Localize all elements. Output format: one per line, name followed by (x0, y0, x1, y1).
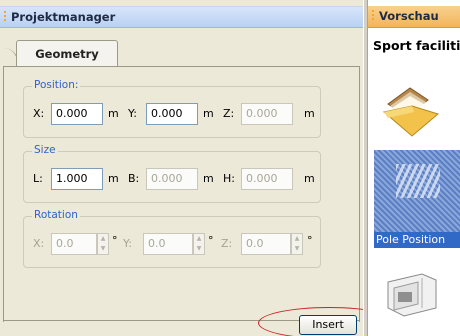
vorschau-header: Vorschau (368, 6, 460, 28)
size-h-label: H: (223, 172, 235, 185)
vorschau-title: Vorschau (379, 9, 439, 23)
rotation-y-unit: ° (208, 234, 214, 247)
projektmanager-header: Projektmanager (0, 6, 363, 28)
size-l-label: L: (33, 172, 43, 185)
projektmanager-panel: Projektmanager Geometry Position: X: 0.0… (0, 0, 400, 336)
pole-position-label[interactable]: Pole Position (374, 232, 460, 248)
position-row: X: 0.000 m Y: 0.000 m Z: 0.000 m (24, 101, 320, 127)
spin-down-icon: ▼ (196, 245, 202, 252)
position-group: Position: X: 0.000 m Y: 0.000 m Z: 0.000… (23, 79, 321, 138)
size-l-input[interactable]: 1.000 (51, 168, 103, 190)
size-group: Size L: 1.000 m B: 0.000 m H: 0.000 m (23, 144, 321, 203)
tab-geometry[interactable]: Geometry (16, 40, 118, 67)
rotation-group: Rotation X: 0.0 ▲ ▼ ° Y: 0.0 ▲ ▼ ° Z: 0.0 … (23, 209, 321, 268)
size-l-unit: m (108, 172, 119, 185)
size-b-label: B: (128, 172, 140, 185)
size-b-unit: m (203, 172, 214, 185)
rotation-y-input: 0.0 (143, 233, 193, 255)
rotation-row: X: 0.0 ▲ ▼ ° Y: 0.0 ▲ ▼ ° Z: 0.0 ▲ ▼ ° (24, 231, 320, 257)
projektmanager-title: Projektmanager (11, 10, 116, 24)
size-b-input: 0.000 (146, 168, 198, 190)
size-row: L: 1.000 m B: 0.000 m H: 0.000 m (24, 166, 320, 192)
insert-button[interactable]: Insert (299, 315, 357, 335)
size-h-input: 0.000 (241, 168, 293, 190)
preview-heading: Sport faciliti (373, 38, 460, 53)
grip-icon (372, 10, 374, 22)
rotation-z-label: Z: (221, 237, 233, 250)
rotation-group-title: Rotation (32, 209, 80, 221)
spin-down-icon: ▼ (294, 245, 300, 252)
spin-down-icon: ▼ (100, 245, 106, 252)
position-z-input: 0.000 (241, 103, 293, 125)
folder-icon[interactable] (382, 78, 444, 140)
rotation-y-spinner: ▲ ▼ (193, 233, 205, 255)
pole-position-graphic (396, 164, 440, 198)
rotation-x-input: 0.0 (51, 233, 97, 255)
spin-up-icon: ▲ (196, 235, 202, 242)
position-x-label: X: (33, 107, 45, 120)
spin-up-icon: ▲ (100, 235, 106, 242)
position-y-input[interactable]: 0.000 (146, 103, 198, 125)
size-h-unit: m (304, 172, 315, 185)
rotation-x-label: X: (33, 237, 45, 250)
position-y-label: Y: (128, 107, 137, 120)
position-z-unit: m (304, 107, 315, 120)
grip-icon (4, 11, 6, 23)
position-x-unit: m (108, 107, 119, 120)
pole-position-thumbnail[interactable] (374, 150, 460, 232)
spin-up-icon: ▲ (294, 235, 300, 242)
rotation-y-label: Y: (123, 237, 132, 250)
vorschau-panel: Vorschau Sport faciliti Pole Position (368, 0, 460, 336)
rotation-z-input: 0.0 (241, 233, 291, 255)
position-y-unit: m (203, 107, 214, 120)
position-group-title: Position: (32, 79, 81, 91)
rotation-x-spinner: ▲ ▼ (97, 233, 109, 255)
position-z-label: Z: (223, 107, 235, 120)
rotation-z-unit: ° (307, 234, 313, 247)
position-x-input[interactable]: 0.000 (51, 103, 103, 125)
rotation-z-spinner: ▲ ▼ (291, 233, 303, 255)
gallery-icon[interactable] (382, 268, 442, 318)
rotation-x-unit: ° (112, 234, 118, 247)
size-group-title: Size (32, 144, 58, 156)
